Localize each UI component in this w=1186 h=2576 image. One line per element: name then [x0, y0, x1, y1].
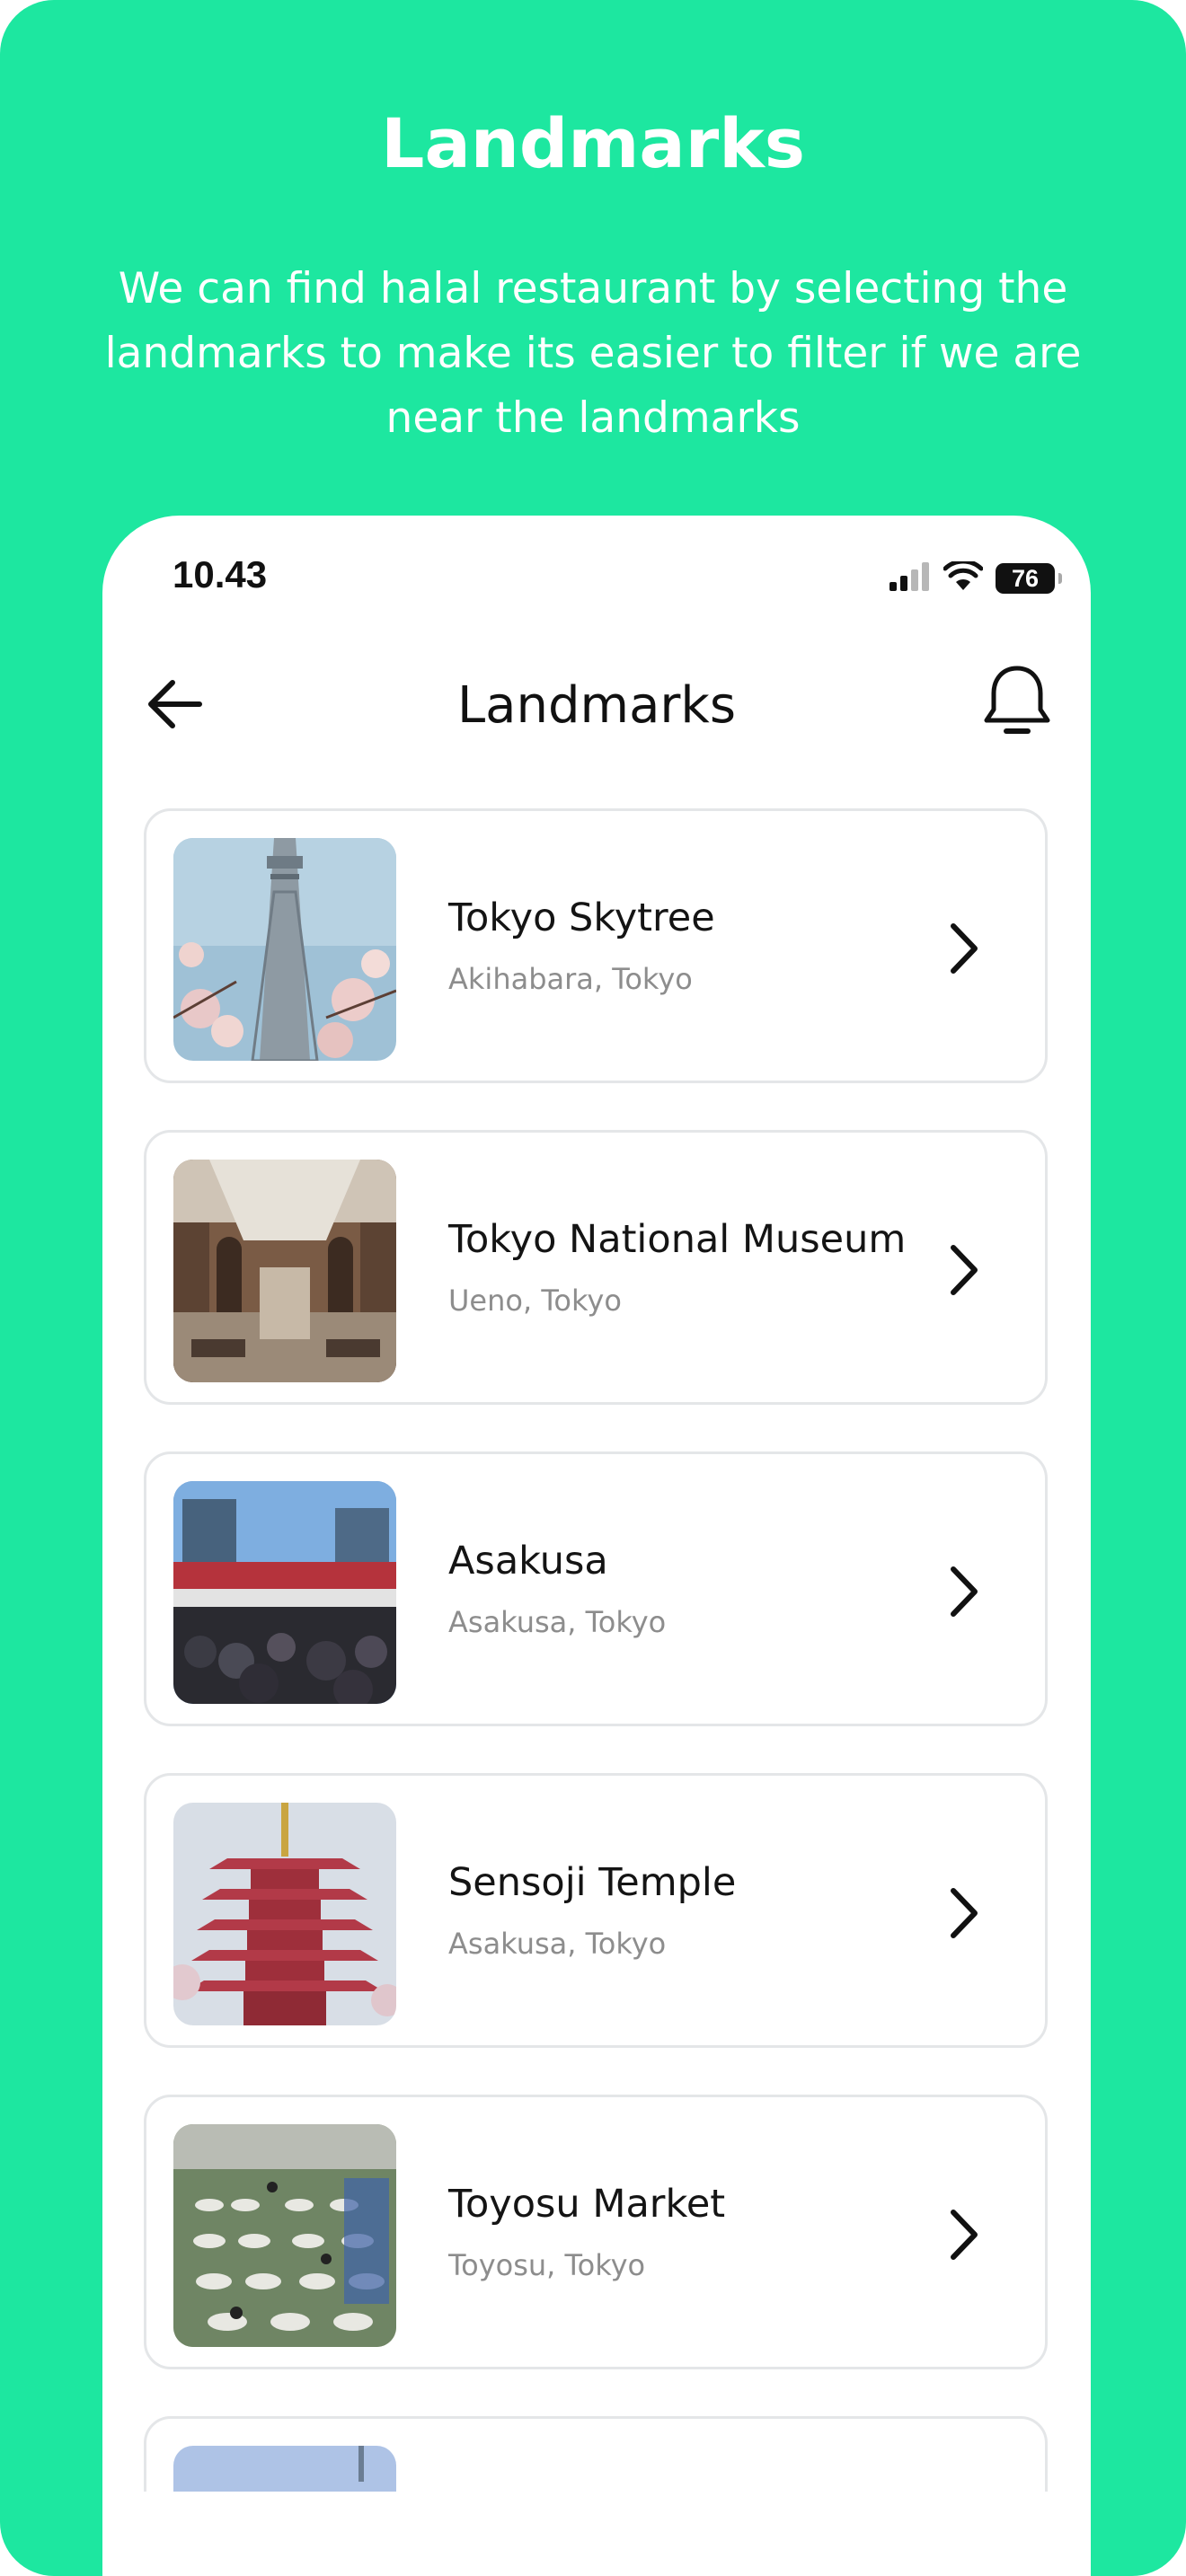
- poster-subtitle: We can find halal restaurant by selectin…: [104, 264, 1082, 443]
- phone-screen: 10.43 76 Landmarks Tokyo Skytree Akihaba…: [102, 516, 1091, 2576]
- landmark-card-partial[interactable]: [144, 2416, 1048, 2492]
- promo-background: Landmarks We can find halal restaurant b…: [0, 0, 1186, 2576]
- landmark-image: [173, 2446, 396, 2492]
- list-clip: [102, 516, 1091, 2492]
- poster-title: Landmarks: [381, 103, 805, 183]
